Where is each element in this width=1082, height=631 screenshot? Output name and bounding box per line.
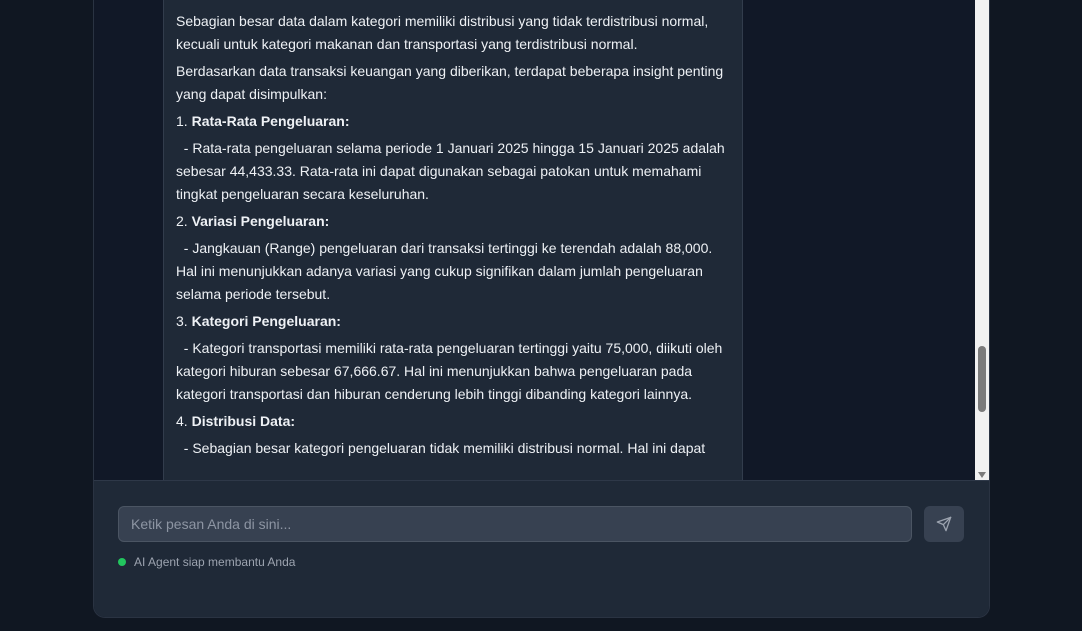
message-paragraph: Sebagian besar data dalam kategori memil… [176, 13, 709, 52]
message-paragraph: Berdasarkan data transaksi keuangan yang… [176, 63, 724, 102]
item-body: - Jangkauan (Range) pengeluaran dari tra… [176, 240, 713, 302]
chat-panel: Sebagian besar data dalam kategori memil… [93, 0, 990, 618]
item-title: Variasi Pengeluaran: [191, 213, 330, 229]
item-title: Rata-Rata Pengeluaran: [191, 113, 350, 129]
insight-item: 2. Variasi Pengeluaran: - Jangkauan (Ran… [176, 210, 730, 306]
item-number: 4. [176, 413, 192, 429]
message-composer: AI Agent siap membantu Anda [94, 480, 989, 617]
scrollbar-thumb[interactable] [978, 346, 986, 412]
insight-item: 4. Distribusi Data: - Sebagian besar kat… [176, 410, 730, 460]
scrollbar[interactable] [975, 0, 989, 480]
item-body: - Kategori transportasi memiliki rata-ra… [176, 340, 723, 402]
item-number: 2. [176, 213, 192, 229]
assistant-message: Sebagian besar data dalam kategori memil… [163, 0, 743, 480]
message-list[interactable]: Sebagian besar data dalam kategori memil… [94, 0, 989, 480]
item-body: - Sebagian besar kategori pengeluaran ti… [183, 440, 706, 456]
item-number: 1. [176, 113, 192, 129]
send-icon [936, 516, 952, 532]
item-body: - Rata-rata pengeluaran selama periode 1… [176, 140, 725, 202]
message-input[interactable] [118, 506, 912, 542]
item-title: Distribusi Data: [191, 413, 296, 429]
agent-status: AI Agent siap membantu Anda [118, 555, 295, 569]
insight-item: 3. Kategori Pengeluaran: - Kategori tran… [176, 310, 730, 406]
send-button[interactable] [924, 506, 964, 542]
insight-item: 1. Rata-Rata Pengeluaran: - Rata-rata pe… [176, 110, 730, 206]
item-title: Kategori Pengeluaran: [191, 313, 341, 329]
scroll-down-arrow-icon[interactable] [978, 472, 986, 478]
item-number: 3. [176, 313, 192, 329]
status-text: AI Agent siap membantu Anda [134, 555, 296, 569]
status-dot [118, 558, 126, 566]
